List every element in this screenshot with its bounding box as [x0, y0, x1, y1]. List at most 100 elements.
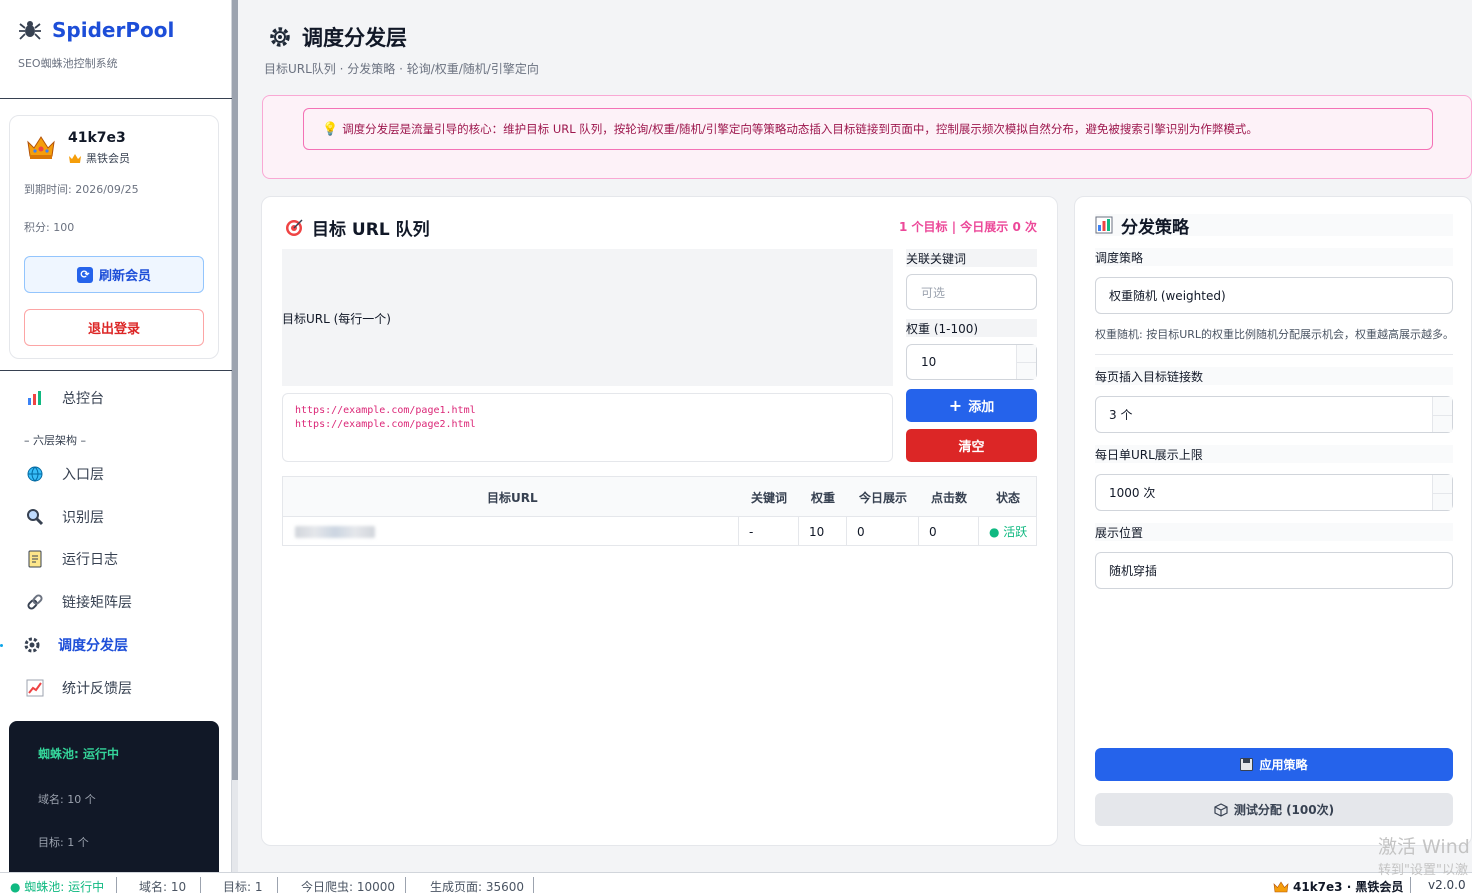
nav-item-stats-feedback[interactable]: 统计反馈层 [0, 670, 232, 706]
weight-input[interactable]: 10 [906, 344, 1037, 380]
links-per-page-value: 3 个 [1109, 408, 1133, 422]
separator [277, 877, 278, 893]
table-header: 目标URL 关键词 权重 今日展示 点击数 状态 [283, 477, 1036, 517]
nav-item-dispatch-layer[interactable]: 调度分发层 [0, 627, 232, 663]
daily-limit-value: 1000 次 [1109, 486, 1156, 500]
info-alert-text: 调度分发层是流量引导的核心：维护目标 URL 队列，按轮询/权重/随机/引擎定向… [342, 122, 1258, 136]
lightbulb-icon: 💡 [322, 121, 339, 137]
logout-button[interactable]: 退出登录 [24, 309, 204, 346]
nav-item-detect-layer[interactable]: 识别层 [0, 499, 232, 535]
refresh-membership-label: 刷新会员 [98, 269, 151, 284]
active-indicator [0, 644, 3, 647]
user-points: 积分: 100 [24, 221, 75, 234]
info-alert-box: 💡 调度分发层是流量引导的核心：维护目标 URL 队列，按轮询/权重/随机/引擎… [303, 108, 1433, 150]
queue-stats: 1 个目标 | 今日展示 0 次 [899, 220, 1037, 234]
col-clicks: 点击数 [931, 491, 968, 505]
cube-icon [1214, 802, 1228, 817]
nav-item-entry-layer[interactable]: 入口层 [0, 456, 232, 492]
url-input-label: 目标URL (每行一个) [282, 312, 391, 326]
nav-item-label: 调度分发层 [58, 638, 128, 654]
col-target-url: 目标URL [487, 491, 538, 505]
user-expire: 到期时间: 2026/09/25 [24, 183, 139, 196]
separator [1410, 877, 1411, 893]
refresh-icon: ⟳ [76, 266, 93, 283]
gear-icon [24, 637, 40, 653]
position-select[interactable]: 随机穿插 [1095, 552, 1453, 589]
sidebar-scrollbar[interactable] [232, 0, 238, 872]
nav-item-link-matrix[interactable]: 链接矩阵层 [0, 584, 232, 620]
os-activation-watermark: 激活 Wind [1378, 836, 1470, 858]
clear-button[interactable]: 清空 [906, 429, 1037, 462]
weight-spinner[interactable] [1016, 345, 1036, 379]
page-title: 调度分发层 [268, 22, 407, 52]
links-per-page-input[interactable]: 3 个 [1095, 396, 1453, 433]
nav-item-label: 统计反馈层 [62, 681, 132, 697]
nav-item-label: 总控台 [62, 391, 104, 407]
mini-crown-icon [69, 153, 81, 163]
queue-title-text: 目标 URL 队列 [312, 220, 430, 240]
nav-item-label: 识别层 [62, 510, 104, 526]
status-bar: ● 蜘蛛池: 运行中 域名: 10 目标: 1 今日爬虫: 10000 生成页面… [0, 872, 1472, 896]
pool-target-count: 目标: 1 个 [38, 836, 89, 849]
sidebar: SpiderPool SEO蜘蛛池控制系统 41k7e3 黑铁会员 到期时间: … [0, 0, 232, 872]
target-url-queue-panel: 目标 URL 队列 1 个目标 | 今日展示 0 次 目标URL (每行一个) … [261, 196, 1058, 846]
globe-icon [27, 466, 43, 482]
nav-item-run-log[interactable]: 运行日志 [0, 541, 232, 577]
dispatch-strategy-panel: 分发策略 调度策略 权重随机 (weighted) 权重随机: 按目标URL的权… [1074, 196, 1472, 846]
limit-spinner[interactable] [1432, 475, 1452, 510]
table-row[interactable]: - 10 0 0 ● 活跃 [283, 517, 1036, 546]
mode-label: 调度策略 [1095, 248, 1453, 266]
weight-label: 权重 (1-100) [906, 322, 979, 336]
separator [405, 877, 406, 893]
strategy-title: 分发策略 [1095, 214, 1453, 238]
brand-subtitle: SEO蜘蛛池控制系统 [18, 57, 118, 70]
cell-weight: 10 [798, 517, 846, 546]
bar-chart-icon [28, 391, 41, 405]
status-user-label: 41k7e3 · 黑铁会员 [1293, 880, 1404, 894]
separator [116, 877, 117, 893]
links-spinner[interactable] [1432, 397, 1452, 432]
divider [0, 370, 232, 371]
nav-item-label: 链接矩阵层 [62, 595, 132, 611]
status-crawls: 今日爬虫: 10000 [301, 880, 396, 894]
plus-icon: + [948, 396, 963, 415]
daily-limit-label: 每日单URL展示上限 [1095, 445, 1453, 463]
scrollbar-thumb[interactable] [232, 0, 238, 780]
apply-strategy-button[interactable]: 应用策略 [1095, 748, 1453, 781]
status-domains: 域名: 10 [139, 880, 187, 894]
queue-title: 目标 URL 队列 [284, 215, 430, 240]
test-distribution-button[interactable]: 测试分配 (100次) [1095, 793, 1453, 826]
info-alert: 💡 调度分发层是流量引导的核心：维护目标 URL 队列，按轮询/权重/随机/引擎… [262, 95, 1472, 179]
col-keyword: 关键词 [751, 491, 788, 505]
log-icon [28, 550, 42, 568]
status-version: v2.0.0 [1428, 878, 1466, 892]
nav-item-dashboard[interactable]: 总控台 [0, 380, 232, 416]
divider [1095, 354, 1453, 355]
gear-icon [270, 27, 290, 47]
apply-strategy-label: 应用策略 [1259, 758, 1308, 772]
url-textarea[interactable]: https://example.com/page1.html https://e… [282, 393, 893, 462]
strategy-title-text: 分发策略 [1121, 217, 1189, 238]
pool-running-status: 蜘蛛池: 运行中 [38, 747, 119, 761]
cell-status: ● 活跃 [978, 517, 1037, 546]
separator [200, 877, 201, 893]
brand[interactable]: SpiderPool [18, 18, 174, 42]
col-today-views: 今日展示 [859, 491, 908, 505]
target-icon [286, 218, 303, 236]
url-input-label-area: 目标URL (每行一个) [282, 249, 893, 386]
mode-description: 权重随机: 按目标URL的权重比例随机分配展示机会，权重越高展示越多。 [1095, 328, 1455, 341]
keyword-input[interactable]: 可选 [906, 274, 1037, 310]
links-per-page-label: 每页插入目标链接数 [1095, 367, 1453, 385]
user-card: 41k7e3 黑铁会员 到期时间: 2026/09/25 积分: 100 ⟳ 刷… [9, 115, 219, 359]
add-url-button[interactable]: + 添加 [906, 389, 1037, 422]
weight-value: 10 [921, 355, 937, 369]
add-url-label: 添加 [968, 400, 995, 415]
col-weight: 权重 [811, 491, 836, 505]
cell-keyword: - [738, 517, 798, 546]
daily-limit-input[interactable]: 1000 次 [1095, 474, 1453, 511]
user-rank-label: 黑铁会员 [86, 152, 130, 165]
refresh-membership-button[interactable]: ⟳ 刷新会员 [24, 256, 204, 293]
trend-chart-icon [26, 679, 44, 697]
mode-select[interactable]: 权重随机 (weighted) [1095, 277, 1453, 314]
crown-icon [27, 136, 55, 159]
